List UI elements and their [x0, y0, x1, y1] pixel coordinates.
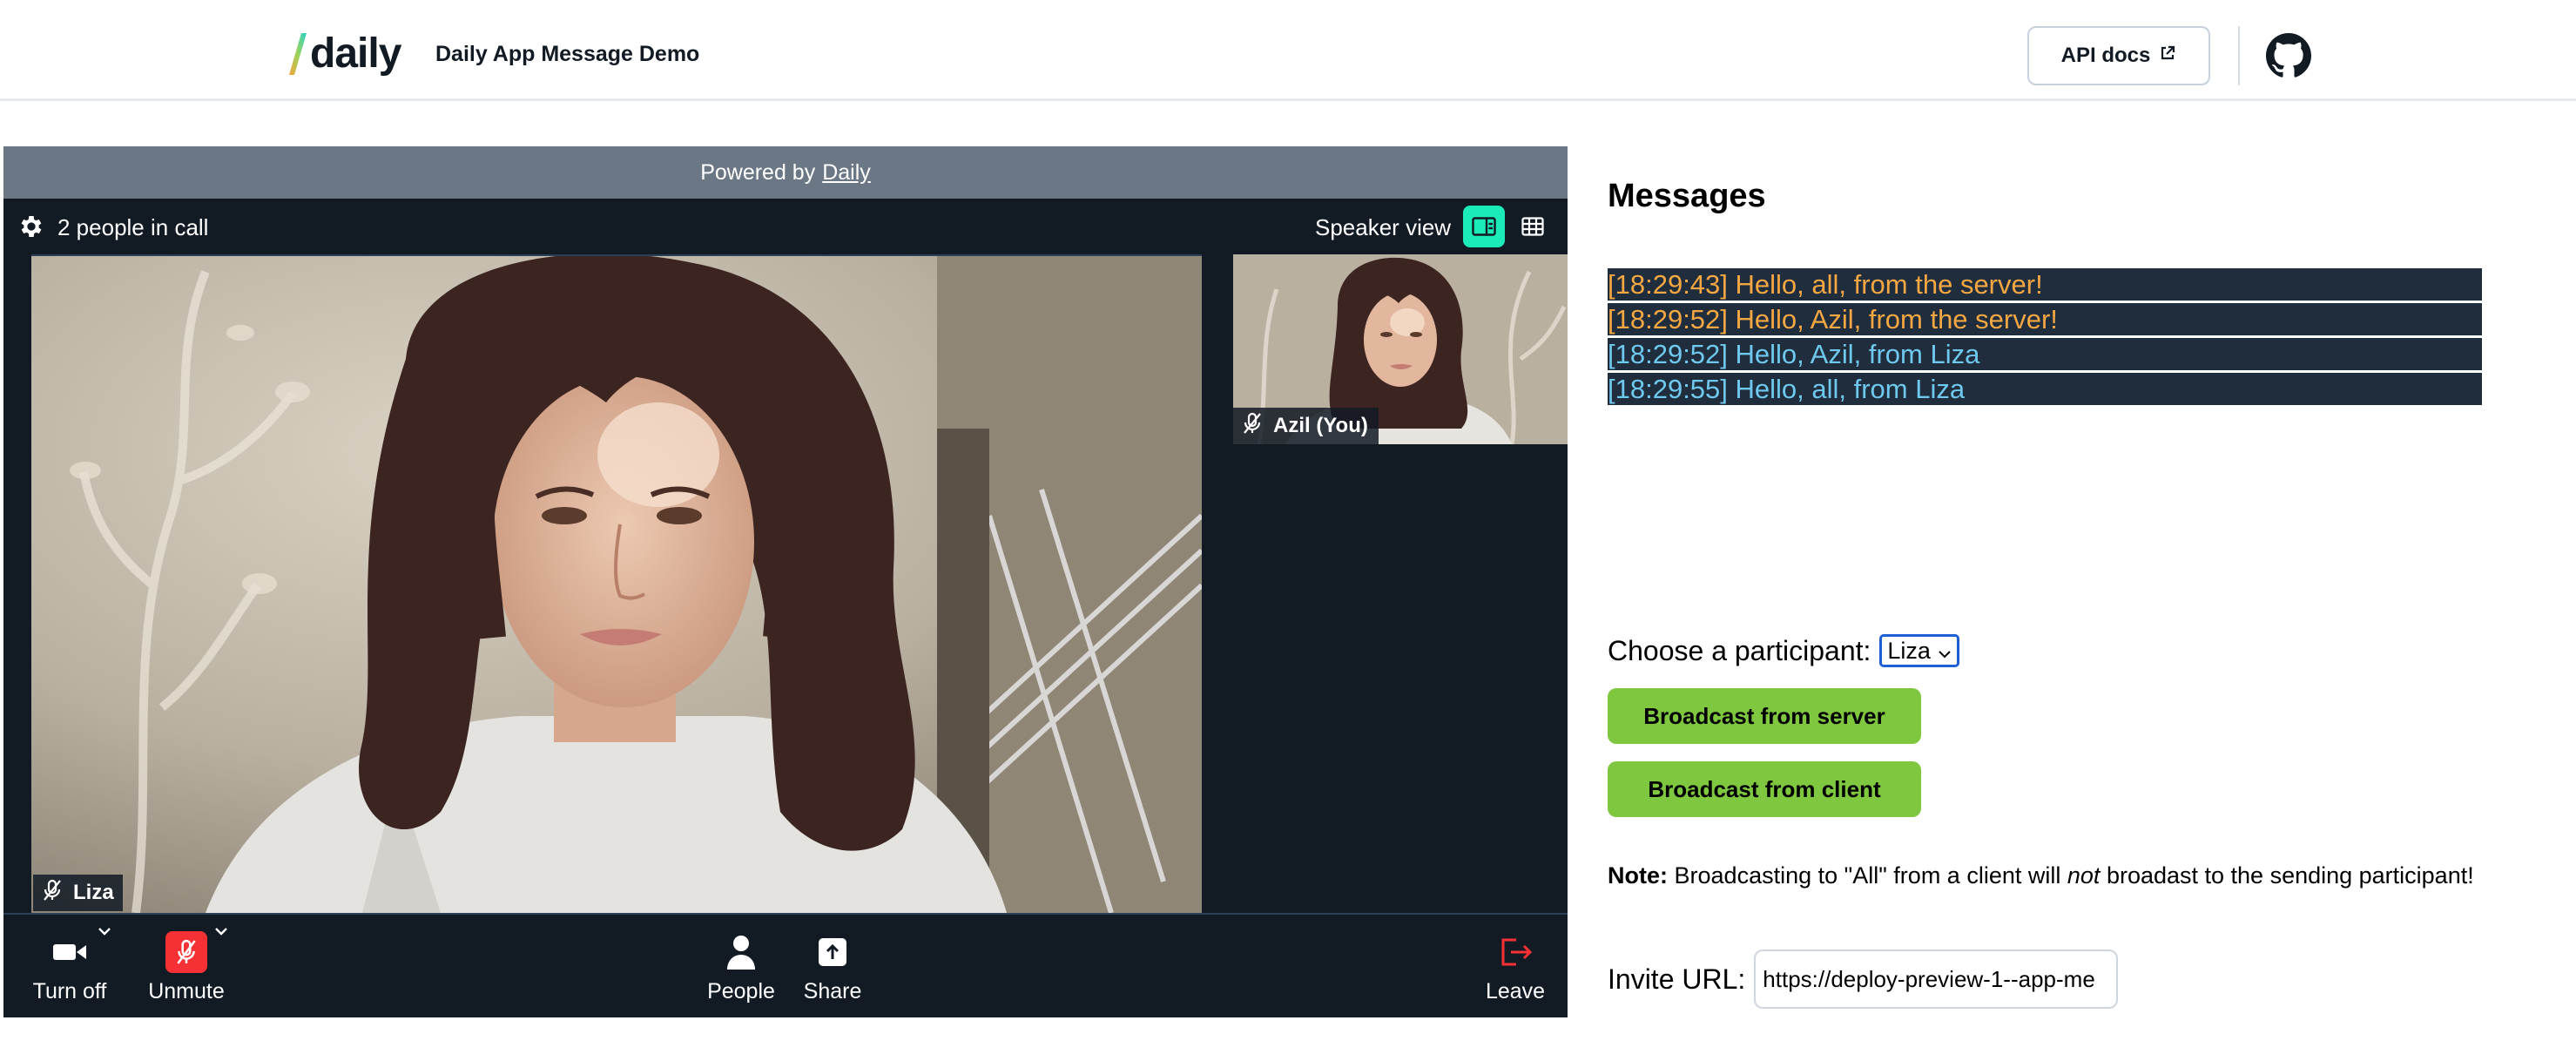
share-screen-button[interactable]: Share: [799, 930, 866, 1004]
people-in-call-count: 2 people in call: [57, 214, 209, 240]
speaker-view-button[interactable]: [1463, 206, 1505, 247]
daily-link[interactable]: Daily: [822, 160, 871, 186]
message-item: [18:29:55] Hello, all, from Liza: [1608, 373, 2482, 405]
video-camera-icon: [52, 930, 87, 974]
messages-heading: Messages: [1608, 178, 1766, 214]
message-item: [18:29:43] Hello, all, from the server!: [1608, 268, 2482, 301]
grid-view-button[interactable]: [1512, 206, 1554, 247]
header-divider: [2238, 26, 2240, 85]
camera-toggle-button[interactable]: Turn off: [28, 930, 111, 1004]
call-control-tray: Turn off Unmute People Share Leave: [3, 913, 1568, 1017]
leave-label: Leave: [1485, 979, 1546, 1004]
message-log: [18:29:43] Hello, all, from the server![…: [1608, 268, 2482, 408]
camera-options-chevron-down-icon[interactable]: [98, 925, 111, 936]
message-item: [18:29:52] Hello, Azil, from Liza: [1608, 338, 2482, 370]
app-header: daily Daily App Message Demo API docs: [0, 0, 2576, 101]
note-label: Note:: [1608, 862, 1668, 889]
message-item: [18:29:52] Hello, Azil, from the server!: [1608, 303, 2482, 335]
participant-chooser: Choose a participant: Liza: [1608, 634, 1959, 667]
muted-mic-icon: [165, 931, 207, 973]
powered-by-banner: Powered by Daily: [3, 146, 1568, 199]
broadcast-from-client-button[interactable]: Broadcast from client: [1608, 761, 1921, 817]
chevron-down-icon: [1938, 638, 1952, 665]
choose-participant-label: Choose a participant:: [1608, 634, 1871, 666]
invite-url-row: Invite URL:: [1608, 949, 2119, 1009]
participant-tag-azil: Azil (You): [1233, 408, 1379, 444]
participant-name: Azil (You): [1273, 414, 1368, 437]
invite-url-input[interactable]: [1754, 949, 2119, 1009]
powered-by-text: Powered by: [700, 159, 816, 185]
view-mode-label: Speaker view: [1315, 214, 1452, 240]
note-emphasis: not: [2067, 862, 2101, 889]
note-text-end: broadast to the sending participant!: [2106, 862, 2474, 889]
people-label: People: [707, 979, 775, 1004]
video-frame-image: [31, 254, 1202, 913]
app-title: Daily App Message Demo: [435, 42, 700, 66]
broadcast-note: Note: Broadcasting to "All" from a clien…: [1608, 862, 2474, 889]
mic-options-chevron-down-icon[interactable]: [214, 925, 228, 936]
api-docs-button[interactable]: API docs: [2027, 26, 2210, 85]
call-top-bar: 2 people in call Speaker view: [3, 199, 1568, 254]
github-icon[interactable]: [2266, 33, 2311, 78]
api-docs-label: API docs: [2060, 44, 2151, 67]
participant-tag-liza: Liza: [33, 875, 123, 911]
leave-icon: [1499, 930, 1532, 974]
settings-gear-icon[interactable]: [17, 213, 45, 240]
share-label: Share: [803, 979, 862, 1004]
participant-name: Liza: [73, 881, 114, 904]
people-button[interactable]: People: [702, 930, 780, 1004]
camera-toggle-label: Turn off: [32, 979, 107, 1004]
logo-slash-icon: [287, 31, 308, 77]
muted-mic-icon: [42, 879, 63, 908]
leave-call-button[interactable]: Leave: [1480, 930, 1550, 1004]
logo-text: daily: [310, 30, 401, 77]
daily-logo[interactable]: daily: [287, 30, 401, 78]
muted-mic-icon: [1242, 412, 1263, 441]
broadcast-from-server-button[interactable]: Broadcast from server: [1608, 688, 1921, 744]
note-text-start: Broadcasting to "All" from a client will: [1674, 862, 2061, 889]
participant-select[interactable]: Liza: [1879, 634, 1959, 667]
mic-toggle-button[interactable]: Unmute: [143, 930, 230, 1004]
grid-view-icon: [1521, 217, 1544, 236]
video-top-border: [31, 254, 1202, 256]
share-screen-icon: [818, 930, 847, 974]
participant-select-value: Liza: [1887, 637, 1931, 664]
mic-toggle-label: Unmute: [148, 979, 225, 1004]
person-icon: [726, 930, 756, 974]
main-participant-video: [31, 254, 1202, 913]
video-call-frame: Powered by Daily 2 people in call Speake…: [3, 146, 1568, 1017]
invite-url-label: Invite URL:: [1608, 963, 1746, 995]
speaker-view-icon: [1472, 217, 1496, 236]
external-link-icon: [2159, 44, 2176, 68]
